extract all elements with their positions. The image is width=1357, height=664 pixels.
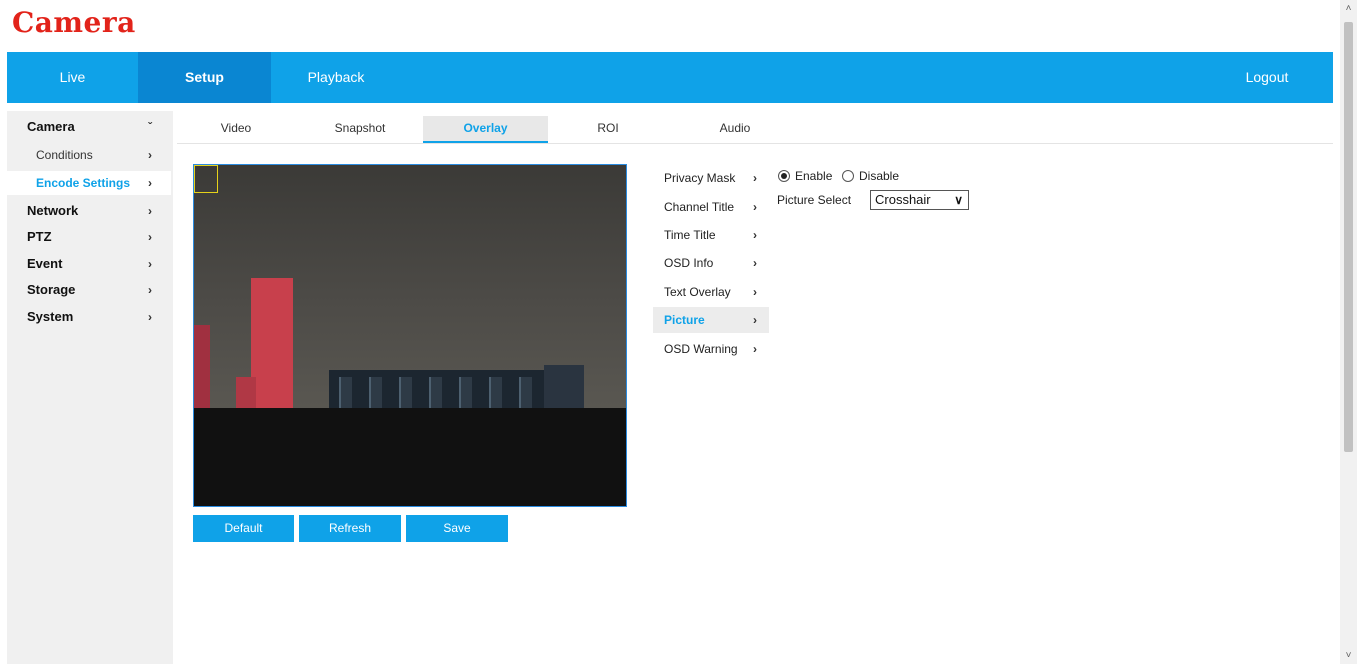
video-red-tower — [251, 278, 293, 413]
sidebar-item-storage[interactable]: Storage › — [7, 278, 173, 302]
sidebar-item-ptz[interactable]: PTZ › — [7, 225, 173, 249]
sidebar-item-system[interactable]: System › — [7, 305, 173, 329]
chevron-down-icon: ˇ — [148, 120, 152, 134]
chevron-right-icon: › — [148, 310, 152, 324]
picture-select-dropdown[interactable]: Crosshair ∨ — [870, 190, 969, 210]
chevron-right-icon: › — [753, 313, 757, 327]
chevron-right-icon: › — [148, 257, 152, 271]
chevron-right-icon: › — [753, 342, 757, 356]
sidebar-item-encode-settings[interactable]: Encode Settings › — [7, 171, 171, 195]
overlay-menu-label: Picture — [664, 313, 705, 327]
save-button[interactable]: Save — [406, 515, 508, 542]
disable-radio[interactable] — [842, 170, 854, 182]
sidebar-item-label: Conditions — [36, 148, 93, 162]
overlay-tabs: Video Snapshot Overlay ROI Audio — [177, 116, 1333, 144]
chevron-right-icon: › — [148, 148, 152, 162]
sidebar-item-event[interactable]: Event › — [7, 252, 173, 276]
tab-overlay[interactable]: Overlay — [423, 116, 548, 143]
overlay-menu-label: Channel Title — [664, 200, 735, 214]
video-red-left-edge — [194, 325, 210, 413]
chevron-right-icon: › — [148, 204, 152, 218]
tab-video[interactable]: Video — [181, 116, 291, 143]
enable-radio[interactable] — [778, 170, 790, 182]
chevron-right-icon: › — [753, 285, 757, 299]
sidebar-item-network[interactable]: Network › — [7, 199, 173, 223]
sidebar: Camera ˇ Conditions › Encode Settings › … — [7, 111, 173, 664]
refresh-button[interactable]: Refresh — [299, 515, 401, 542]
crosshair-overlay-marker[interactable] — [194, 165, 218, 193]
video-ground — [194, 408, 626, 506]
overlay-menu-osd-info[interactable]: OSD Info › — [653, 250, 769, 276]
sidebar-item-label: Camera — [27, 119, 75, 134]
video-preview[interactable] — [193, 164, 627, 507]
tab-roi[interactable]: ROI — [553, 116, 663, 143]
sidebar-item-conditions[interactable]: Conditions › — [7, 143, 173, 167]
chevron-right-icon: › — [753, 228, 757, 242]
overlay-menu-privacy-mask[interactable]: Privacy Mask › — [653, 165, 769, 191]
scroll-down-arrow-icon[interactable]: ˅ — [1340, 647, 1357, 664]
sidebar-item-label: Storage — [27, 282, 76, 297]
sidebar-item-label: System — [27, 309, 74, 324]
picture-select-value: Crosshair — [875, 192, 931, 207]
scroll-up-arrow-icon[interactable]: ˄ — [1340, 0, 1357, 17]
brand-logo: Camera — [12, 6, 136, 39]
nav-playback[interactable]: Playback — [271, 52, 401, 103]
top-navigation: Live Setup Playback Logout — [7, 52, 1333, 103]
nav-live[interactable]: Live — [7, 52, 138, 103]
default-button[interactable]: Default — [193, 515, 294, 542]
page-scrollbar[interactable]: ˄ ˅ — [1340, 0, 1357, 664]
sidebar-item-label: Encode Settings — [36, 176, 131, 190]
overlay-menu-label: Text Overlay — [664, 285, 731, 299]
chevron-right-icon: › — [148, 283, 152, 297]
chevron-down-icon: ∨ — [954, 193, 963, 207]
tab-audio[interactable]: Audio — [680, 116, 790, 143]
nav-setup[interactable]: Setup — [138, 52, 271, 103]
disable-radio-label[interactable]: Disable — [859, 169, 899, 183]
sidebar-item-camera[interactable]: Camera ˇ — [7, 115, 173, 139]
enable-radio-label[interactable]: Enable — [795, 169, 832, 183]
overlay-menu-label: OSD Info — [664, 256, 714, 270]
overlay-menu-label: OSD Warning — [664, 342, 738, 356]
scrollbar-thumb[interactable] — [1344, 22, 1353, 452]
chevron-right-icon: › — [753, 171, 757, 185]
overlay-menu-osd-warning[interactable]: OSD Warning › — [653, 336, 769, 362]
overlay-menu-label: Privacy Mask — [664, 171, 736, 185]
chevron-right-icon: › — [148, 230, 152, 244]
chevron-right-icon: › — [753, 200, 757, 214]
overlay-menu-text-overlay[interactable]: Text Overlay › — [653, 279, 769, 305]
sidebar-item-label: Network — [27, 203, 79, 218]
overlay-menu-picture[interactable]: Picture › — [653, 307, 769, 333]
chevron-right-icon: › — [753, 256, 757, 270]
overlay-menu-time-title[interactable]: Time Title › — [653, 222, 769, 248]
sidebar-item-label: PTZ — [27, 229, 52, 244]
picture-select-label: Picture Select — [777, 193, 852, 207]
overlay-menu-label: Time Title — [664, 228, 716, 242]
tab-snapshot[interactable]: Snapshot — [305, 116, 415, 143]
logout-button[interactable]: Logout — [1225, 52, 1309, 103]
sidebar-item-label: Event — [27, 256, 63, 271]
overlay-menu-channel-title[interactable]: Channel Title › — [653, 194, 769, 220]
chevron-right-icon: › — [148, 176, 152, 190]
